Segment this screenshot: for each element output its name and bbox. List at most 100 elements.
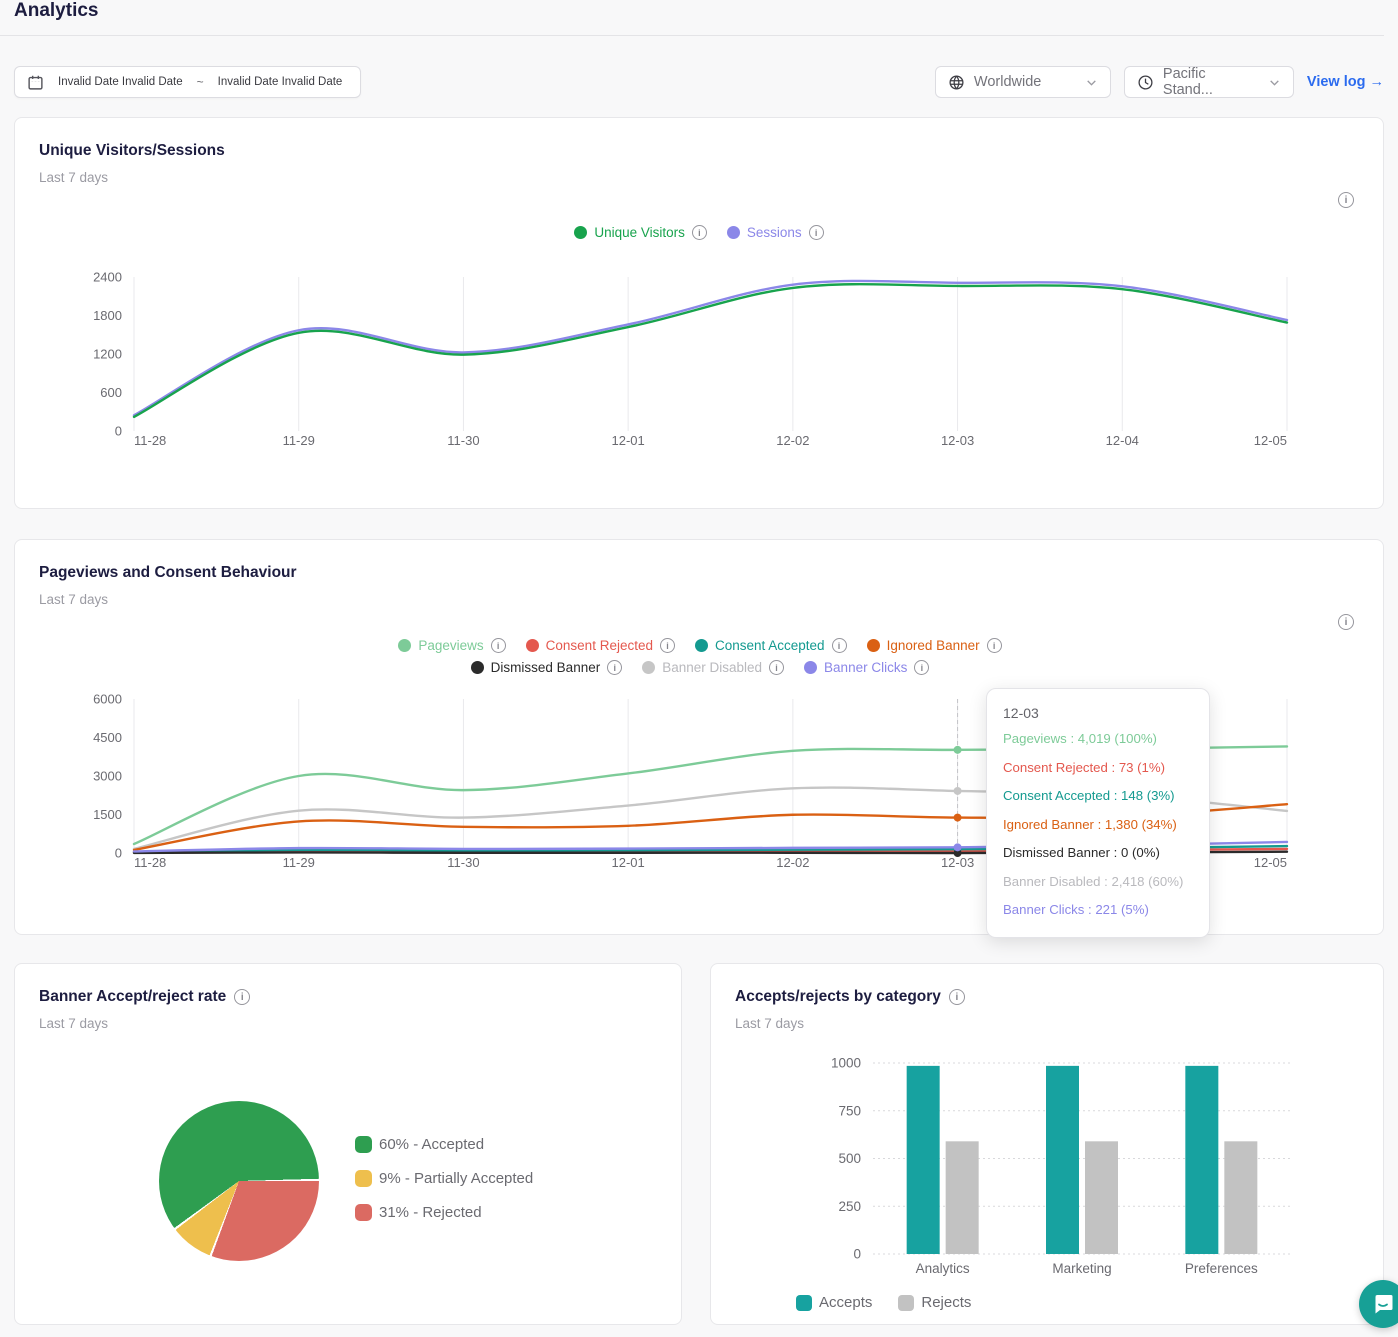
- tooltip-row-consent-rejected: Consent Rejected : 73 (1%): [1003, 754, 1193, 783]
- info-icon[interactable]: i: [607, 660, 622, 675]
- tooltip-date: 12-03: [1003, 701, 1193, 725]
- info-icon[interactable]: i: [832, 638, 847, 653]
- chart-legend: Unique Visitors i Sessions i: [15, 225, 1383, 240]
- date-range-separator: ~: [197, 75, 204, 89]
- y-tick-label: 0: [115, 424, 122, 439]
- x-tick-label: 12-02: [776, 433, 809, 448]
- x-tick-label: 12-05: [1254, 433, 1287, 448]
- legend-label: 31% - Rejected: [379, 1204, 482, 1221]
- tooltip-row-dismissed-banner: Dismissed Banner : 0 (0%): [1003, 839, 1193, 868]
- legend-swatch: [867, 639, 880, 652]
- y-tick-label: 750: [838, 1103, 861, 1118]
- y-tick-label: 600: [100, 385, 122, 400]
- legend-swatch: [695, 639, 708, 652]
- legend-item-accepts[interactable]: Accepts: [796, 1294, 872, 1311]
- date-range-start: Invalid Date Invalid Date: [58, 76, 183, 88]
- info-icon[interactable]: i: [491, 638, 506, 653]
- x-tick-label: 11-28: [134, 433, 166, 448]
- legend-label: Unique Visitors: [594, 225, 685, 240]
- tooltip-row-pageviews: Pageviews : 4,019 (100%): [1003, 725, 1193, 754]
- pie-chart: [159, 1101, 319, 1261]
- x-tick-label: 11-30: [447, 855, 479, 870]
- legend-item-banner-disabled[interactable]: Banner Disabledi: [642, 660, 784, 675]
- x-tick-label: 12-03: [941, 855, 974, 870]
- x-tick-label: 11-28: [134, 855, 166, 870]
- info-icon[interactable]: i: [692, 225, 707, 240]
- legend-item-ignored-banner[interactable]: Ignored Banner i: [867, 638, 1002, 653]
- tooltip-row-consent-accepted: Consent Accepted : 148 (3%): [1003, 782, 1193, 811]
- y-tick-label: 500: [838, 1151, 861, 1166]
- x-tick-label: 12-01: [612, 433, 645, 448]
- info-icon[interactable]: i: [1338, 192, 1354, 208]
- legend-item-consent-rejected[interactable]: Consent Rejectedi: [526, 638, 675, 653]
- legend-item-dismissed-banner[interactable]: Dismissed Banner i: [471, 660, 623, 675]
- bar-legend: Accepts Rejects: [796, 1294, 971, 1311]
- legend-item-unique-visitors[interactable]: Unique Visitors i: [574, 225, 707, 240]
- legend-label: Banner Clicks: [824, 660, 907, 675]
- y-tick-label: 3000: [93, 769, 122, 784]
- x-tick-label: 12-04: [1106, 433, 1139, 448]
- bar-rejects-preferences: [1224, 1141, 1257, 1254]
- bar-accepts-marketing: [1046, 1066, 1079, 1254]
- legend-item-31-rejected[interactable]: 31% - Rejected: [355, 1204, 533, 1221]
- info-icon[interactable]: i: [809, 225, 824, 240]
- pie-legend: 60% - Accepted 9% - Partially Accepted 31%…: [355, 1136, 533, 1221]
- legend-item-rejects[interactable]: Rejects: [898, 1294, 971, 1311]
- card-pageviews-consent: Pageviews and Consent Behaviour Last 7 d…: [14, 539, 1384, 935]
- info-icon[interactable]: i: [949, 989, 965, 1005]
- legend-label: Pageviews: [418, 638, 483, 653]
- chevron-down-icon: [1268, 76, 1281, 89]
- info-icon[interactable]: i: [660, 638, 675, 653]
- card-title: Banner Accept/reject rate: [39, 988, 226, 1006]
- legend-label: Ignored Banner: [887, 638, 980, 653]
- x-category-label: Preferences: [1185, 1261, 1258, 1276]
- info-icon[interactable]: i: [1338, 614, 1354, 630]
- info-icon[interactable]: i: [914, 660, 929, 675]
- legend-item-banner-clicks[interactable]: Banner Clicks i: [804, 660, 929, 675]
- region-select-value: Worldwide: [974, 74, 1041, 90]
- x-tick-label: 12-05: [1254, 855, 1287, 870]
- x-tick-label: 11-30: [447, 433, 479, 448]
- y-tick-label: 2400: [93, 270, 122, 285]
- x-category-label: Analytics: [916, 1261, 970, 1276]
- legend-item-sessions[interactable]: Sessions i: [727, 225, 824, 240]
- series-line-sessions: [134, 281, 1287, 415]
- legend-label: Rejects: [921, 1294, 971, 1311]
- x-tick-label: 12-02: [776, 855, 809, 870]
- legend-swatch: [355, 1204, 372, 1221]
- x-tick-label: 12-03: [941, 433, 974, 448]
- card-subtitle: Last 7 days: [39, 170, 108, 185]
- legend-label: 60% - Accepted: [379, 1136, 484, 1153]
- legend-swatch: [398, 639, 411, 652]
- page-title: Analytics: [14, 0, 98, 22]
- info-icon[interactable]: i: [987, 638, 1002, 653]
- info-icon[interactable]: i: [769, 660, 784, 675]
- timezone-select[interactable]: Pacific Stand...: [1124, 66, 1294, 98]
- card-subtitle: Last 7 days: [39, 592, 108, 607]
- legend-item-pageviews[interactable]: Pageviews i: [398, 638, 505, 653]
- chart-tooltip: 12-03 Pageviews : 4,019 (100%)Consent Re…: [986, 688, 1210, 938]
- legend-item-9-partially-accepted[interactable]: 9% - Partially Accepted: [355, 1170, 533, 1187]
- date-range-end: Invalid Date Invalid Date: [218, 76, 343, 88]
- tooltip-row-ignored-banner: Ignored Banner : 1,380 (34%): [1003, 811, 1193, 840]
- card-banner-accept-reject: Banner Accept/reject rate i Last 7 days …: [14, 963, 682, 1325]
- y-tick-label: 6000: [93, 692, 122, 707]
- x-category-label: Marketing: [1052, 1261, 1111, 1276]
- legend-label: Consent Accepted: [715, 638, 825, 653]
- calendar-icon: [27, 74, 44, 91]
- date-range-picker[interactable]: Invalid Date Invalid Date ~ Invalid Date…: [14, 66, 361, 98]
- region-select[interactable]: Worldwide: [935, 66, 1111, 98]
- card-title: Accepts/rejects by category: [735, 988, 941, 1006]
- legend-swatch: [574, 226, 587, 239]
- legend-label: Dismissed Banner: [491, 660, 601, 675]
- legend-item-consent-accepted[interactable]: Consent Accepted i: [695, 638, 847, 653]
- info-icon[interactable]: i: [234, 989, 250, 1005]
- chart-legend: PageviewsiConsent RejectediConsent Accep…: [330, 638, 1070, 675]
- legend-item-60-accepted[interactable]: 60% - Accepted: [355, 1136, 533, 1153]
- x-tick-label: 12-01: [612, 855, 645, 870]
- view-log-link[interactable]: View log →: [1307, 74, 1384, 90]
- card-unique-visitors-sessions: Unique Visitors/Sessions Last 7 days i U…: [14, 117, 1384, 509]
- legend-label: Sessions: [747, 225, 802, 240]
- legend-swatch: [526, 639, 539, 652]
- header-divider: [0, 35, 1384, 36]
